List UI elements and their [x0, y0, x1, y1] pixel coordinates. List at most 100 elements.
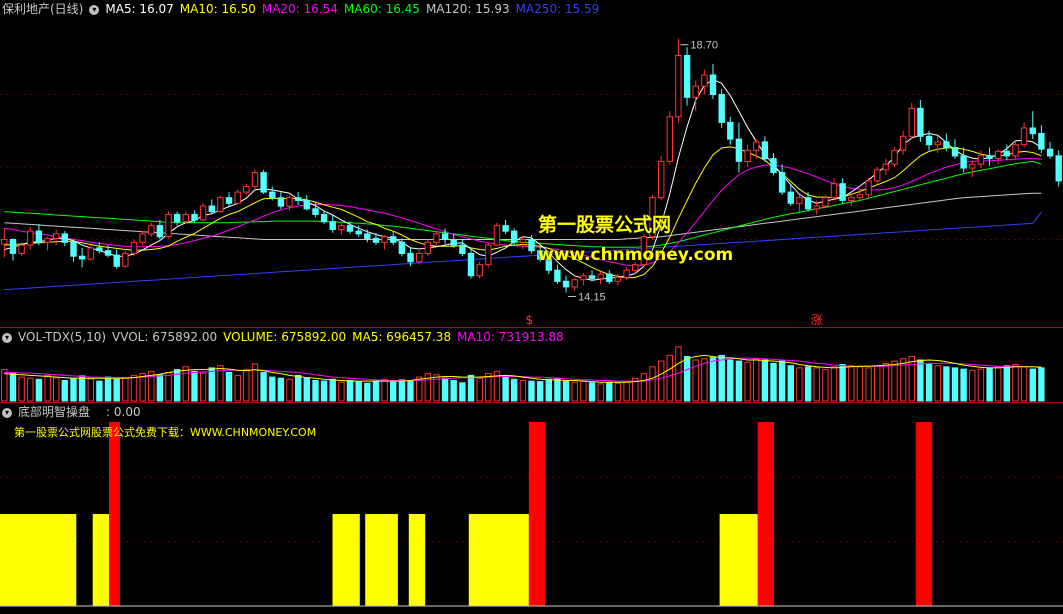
- yellow-signal-bar-0: [0, 514, 77, 606]
- indicator-link-text[interactable]: 第一股票公式网股票公式免费下载：WWW.CHNMONEY.COM: [14, 424, 316, 440]
- red-signal-bar-0: [109, 422, 120, 606]
- candle-body-12: [104, 250, 112, 256]
- volume-bar-46: [398, 379, 406, 402]
- candle-body-68: [588, 275, 596, 280]
- candle-body-50: [433, 233, 440, 243]
- volume-bar-119: [1029, 368, 1036, 402]
- candle-body-5: [44, 237, 51, 243]
- volume-label-2: MA5: 696457.38: [352, 330, 452, 344]
- volume-bar-5: [44, 374, 51, 402]
- volume-bar-120: [1038, 367, 1045, 402]
- candle-body-103: [891, 149, 898, 165]
- volume-bar-27: [234, 374, 241, 402]
- candle-body-111: [960, 155, 967, 169]
- volume-bar-18: [156, 374, 164, 402]
- red-signal-bar-1: [528, 422, 546, 606]
- candle-body-110: [951, 147, 959, 157]
- volume-bar-79: [683, 356, 691, 402]
- candle-body-3: [27, 230, 34, 246]
- volume-bar-68: [588, 382, 596, 402]
- candle-body-45: [390, 236, 397, 243]
- ma-label-5: MA250: 15.59: [515, 2, 600, 16]
- candle-body-121: [1046, 148, 1054, 157]
- volume-bar-36: [312, 380, 319, 402]
- volume-bar-35: [303, 377, 311, 402]
- candle-body-65: [562, 280, 570, 288]
- candle-body-19: [165, 213, 172, 238]
- candle-body-116: [1003, 150, 1010, 157]
- volume-bar-12: [104, 376, 112, 402]
- volume-labels: VVOL: 675892.00 VOLUME: 675892.00 MA5: 696…: [112, 330, 570, 344]
- ma-label-2: MA20: 16.54: [261, 2, 338, 16]
- volume-bar-10: [87, 378, 94, 402]
- volume-bar-32: [277, 377, 285, 402]
- watermark-title: 第一股票公式网: [538, 214, 672, 236]
- candle-body-104: [899, 135, 907, 151]
- candle-body-2: [18, 244, 25, 255]
- candle-body-4: [35, 230, 43, 243]
- volume-bar-52: [450, 380, 457, 402]
- volume-bar-60: [519, 380, 527, 402]
- volume-bar-26: [225, 372, 233, 402]
- volume-bar-1: [9, 373, 17, 402]
- candle-body-84: [727, 121, 734, 140]
- volume-bar-22: [191, 370, 198, 402]
- volume-bar-89: [770, 362, 777, 402]
- volume-bar-31: [269, 376, 276, 402]
- volume-label-3: MA10: 731913.88: [457, 330, 564, 344]
- ma-toggle-icon[interactable]: ▾: [89, 4, 100, 15]
- candle-body-92: [796, 197, 803, 204]
- volume-bar-0: [1, 369, 8, 402]
- yellow-signal-bar-4: [408, 514, 426, 606]
- candle-body-25: [217, 197, 224, 213]
- volume-bar-41: [355, 381, 362, 402]
- candle-body-91: [787, 191, 794, 204]
- volume-toggle-icon[interactable]: ▾: [2, 332, 12, 343]
- candle-body-47: [407, 252, 414, 263]
- volume-bar-111: [960, 368, 967, 402]
- candle-body-113: [977, 155, 985, 165]
- volume-bar-62: [537, 381, 544, 402]
- candle-body-93: [804, 197, 812, 210]
- chart-stage[interactable]: 18.7014.15$涨财增 保利地产(日线)▾MA5: 16.07MA10: …: [0, 0, 1063, 611]
- chart-canvas[interactable]: 18.7014.15$涨财增: [0, 0, 1063, 611]
- volume-bar-4: [35, 378, 43, 402]
- candle-body-70: [606, 273, 613, 282]
- volume-bar-64: [554, 377, 561, 402]
- price-panel-title: 保利地产(日线): [2, 2, 84, 16]
- candle-body-71: [614, 276, 622, 282]
- volume-bar-37: [320, 380, 328, 402]
- candle-body-97: [839, 183, 846, 201]
- volume-bar-72: [623, 380, 630, 402]
- candle-body-69: [597, 273, 604, 280]
- candle-body-26: [225, 197, 233, 204]
- candle-body-33: [286, 197, 293, 207]
- volume-bar-44: [381, 378, 388, 402]
- candle-body-53: [459, 244, 466, 255]
- candle-body-67: [580, 275, 587, 281]
- volume-bar-51: [441, 377, 449, 402]
- volume-bar-81: [701, 358, 708, 402]
- candle-body-119: [1029, 127, 1036, 135]
- volume-bar-30: [260, 372, 267, 402]
- volume-bar-53: [459, 382, 466, 402]
- candle-body-80: [692, 85, 699, 98]
- volume-panel-title: VOL-TDX(5,10): [18, 330, 107, 344]
- volume-bar-58: [502, 375, 509, 402]
- candle-body-36: [312, 208, 319, 215]
- volume-bar-40: [346, 380, 354, 402]
- candle-body-88: [761, 141, 769, 160]
- volume-bar-87: [753, 358, 760, 402]
- volume-bar-65: [562, 380, 570, 402]
- volume-bar-106: [917, 359, 924, 402]
- high-label: 18.70: [690, 40, 718, 52]
- indicator-toggle-icon[interactable]: ▾: [2, 407, 12, 418]
- yellow-signal-bar-5: [468, 514, 535, 606]
- volume-bar-14: [122, 377, 129, 402]
- volume-bar-83: [718, 354, 725, 402]
- candle-body-17: [148, 225, 155, 235]
- candle-body-66: [571, 279, 578, 288]
- volume-bar-103: [891, 360, 898, 402]
- volume-bar-98: [848, 365, 855, 402]
- candle-body-115: [995, 150, 1002, 160]
